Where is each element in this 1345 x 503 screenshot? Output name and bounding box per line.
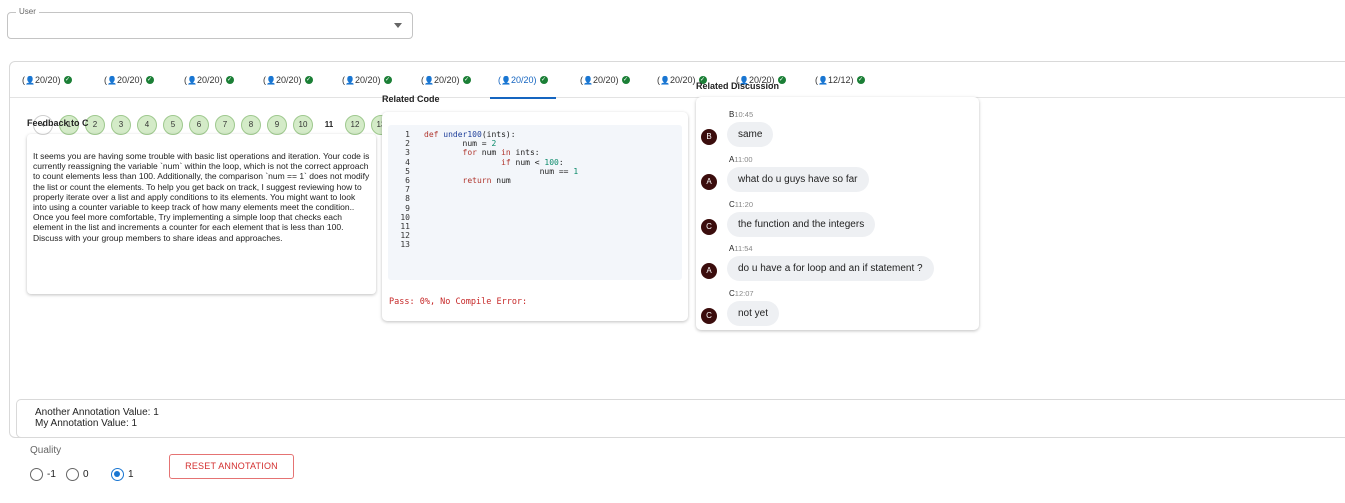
code-result: Pass: 0%, No Compile Error: [389,297,528,307]
avatar: C [701,308,717,324]
check-circle-icon: ✓ [383,75,392,84]
quality-option-1[interactable]: 1 [111,466,134,482]
person-icon: 👤 [818,76,828,85]
person-icon: 👤 [424,76,434,85]
user-select[interactable]: User [7,6,413,39]
tab-group[interactable]: (👤20/20) ✓ [657,62,707,98]
message-bubble: same [727,122,774,147]
tab-group[interactable]: (👤20/20) ✓ [421,62,471,98]
radio-button-selected[interactable] [111,468,124,482]
message-bubble: not yet [727,301,780,326]
message-bubble: what do u guys have so far [727,167,869,192]
avatar: A [701,263,717,279]
caret-down-icon[interactable] [394,23,402,28]
quality-label: Quality [30,445,62,456]
code-card: 1 def under100(ints): 2 num = 2 3 for num… [382,112,688,321]
feedback-text: It seems you are having some trouble wit… [27,134,376,294]
check-circle-icon: ✓ [621,75,630,84]
message-bubble: the function and the integers [727,212,876,237]
code-title: Related Code [382,94,440,104]
person-icon: 👤 [583,76,593,85]
tab-group[interactable]: (👤20/20) ✓ [736,62,786,98]
tab-group-active[interactable]: (👤20/20) ✓ [490,62,555,99]
annotation-values: Another Annotation Value: 1 My Annotatio… [16,399,1345,438]
discussion-title: Related Discussion [696,81,780,91]
check-circle-icon: ✓ [856,75,865,84]
code-lines: 1 def under100(ints): 2 num = 2 3 for num… [400,130,579,250]
avatar: C [701,219,717,235]
message-meta: A11:54 [729,244,753,253]
avatar: A [701,174,717,190]
person-icon: 👤 [501,76,511,85]
message-meta: C11:20 [729,200,753,209]
my-annotation-value: My Annotation Value: 1 [35,418,138,429]
person-icon: 👤 [660,76,670,85]
code-editor[interactable]: 1 def under100(ints): 2 num = 2 3 for num… [388,125,682,280]
message-meta: C12:07 [729,289,754,298]
tab-group[interactable]: (👤12/12) ✓ [815,62,865,98]
check-circle-icon: ✓ [462,75,471,84]
message-meta: A11:00 [729,155,753,164]
quality-option-0[interactable]: 0 [66,466,89,482]
quality-option-minus-1[interactable]: -1 [30,466,56,482]
discussion-card: B10:45 B same A11:00 A what do u guys ha… [696,97,979,330]
radio-button[interactable] [30,468,43,482]
check-circle-icon: ✓ [539,75,548,84]
another-annotation-value: Another Annotation Value: 1 [35,407,159,418]
tab-group[interactable]: (👤20/20) ✓ [580,62,630,98]
avatar: B [701,129,717,145]
user-select-label: User [16,6,39,18]
feedback-title: Feedback to C [27,118,89,128]
message-bubble: do u have a for loop and an if statement… [727,256,934,281]
radio-button[interactable] [66,468,79,482]
message-meta: B10:45 [729,110,754,119]
feedback-pane: Feedback to C It seems you are having so… [20,81,376,329]
reset-annotation-button[interactable]: RESET ANNOTATION [169,454,294,479]
